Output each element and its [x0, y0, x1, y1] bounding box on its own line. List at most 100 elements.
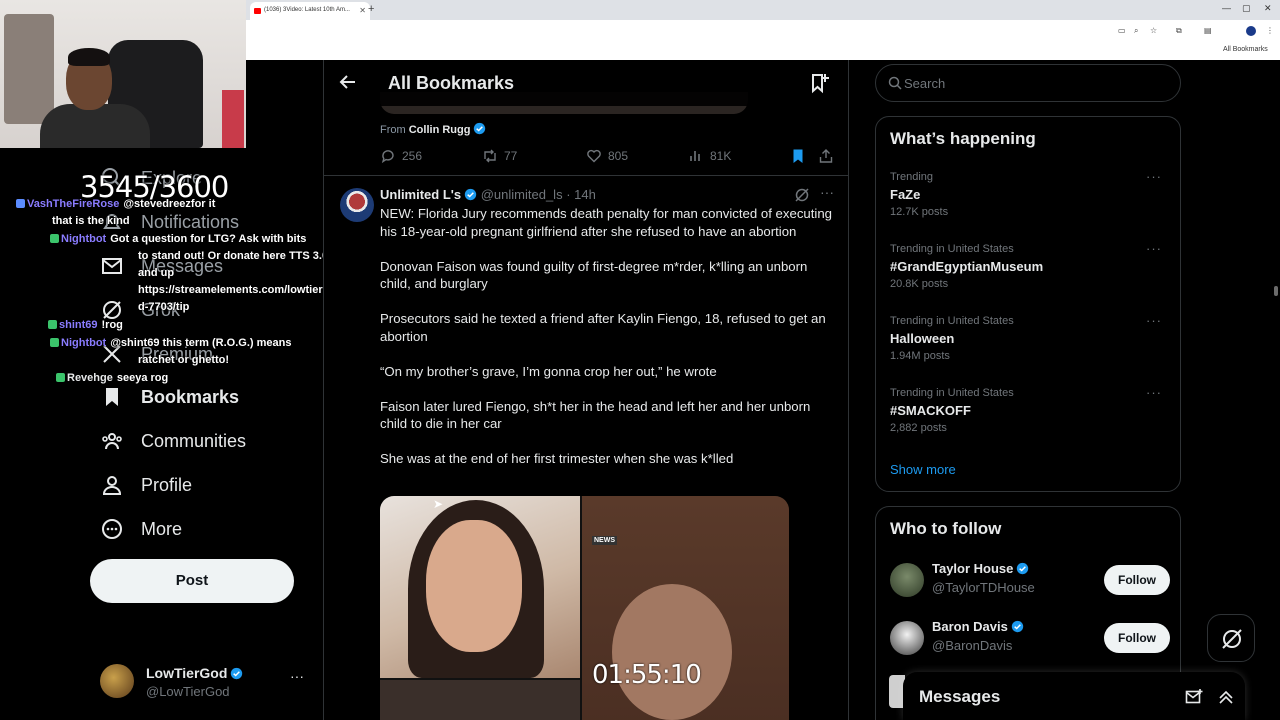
bookmark-filled-icon[interactable]	[790, 148, 806, 164]
chat-line: to stand out! Or donate here TTS 3.00	[138, 250, 335, 262]
maximize-window-button[interactable]: ▢	[1242, 3, 1251, 14]
views-button[interactable]: 81K	[688, 148, 731, 164]
messages-drawer-title: Messages	[919, 687, 1001, 706]
verified-badge-icon	[464, 188, 477, 201]
trend-item[interactable]: Trending in United States #GrandEgyptian…	[890, 241, 1170, 299]
streamer-hair	[68, 48, 110, 66]
nav-profile[interactable]: Profile	[100, 467, 192, 503]
nav-label-notifications: Notifications	[141, 211, 240, 232]
reading-list-icon[interactable]: ▤	[1204, 26, 1212, 35]
youtube-favicon-icon	[254, 8, 261, 14]
minimize-window-button[interactable]: —	[1222, 3, 1231, 13]
nav-label-profile: Profile	[141, 474, 193, 495]
zoom-icon[interactable]: ⌕	[1134, 26, 1138, 36]
chat-line: shint69 !rog	[48, 317, 123, 334]
chat-line: d-7703/tip	[138, 301, 190, 313]
grok-floating-button[interactable]	[1207, 614, 1255, 662]
trend-item[interactable]: Trending in United States #SMACKOFF 2,88…	[890, 385, 1170, 443]
suggestion-name: Taylor House	[932, 561, 1029, 576]
main-header: All Bookmarks	[324, 60, 848, 106]
share-icon[interactable]	[818, 148, 834, 164]
new-tab-button[interactable]: +	[368, 3, 374, 15]
avatar[interactable]	[340, 188, 374, 222]
search-bar[interactable]	[875, 64, 1181, 102]
views-chart-icon	[690, 151, 700, 161]
media-photo-left[interactable]	[380, 496, 580, 678]
divider	[324, 175, 848, 176]
search-input[interactable]	[904, 66, 1164, 100]
trend-item[interactable]: Trending in United States Halloween 1.94…	[890, 313, 1170, 371]
profile-icon	[102, 476, 122, 495]
follow-button[interactable]: Follow	[1104, 623, 1170, 653]
account-switcher[interactable]: LowTierGod @LowTierGod ···	[100, 662, 310, 702]
tweet-author-name[interactable]: Unlimited L's	[380, 187, 461, 202]
verified-badge-icon	[231, 667, 243, 680]
chat-line: https://streamelements.com/lowtiergo	[138, 284, 337, 296]
chat-line: Nightbot @shint69 this term (R.O.G.) mean…	[50, 335, 291, 352]
verified-badge-icon	[1017, 562, 1029, 575]
tweet-text: NEW: Florida Jury recommends death penal…	[380, 205, 840, 485]
scroll-thumb[interactable]	[1274, 286, 1278, 296]
tweet-media[interactable]: NEWS 01:55:10	[380, 496, 789, 720]
all-bookmarks-folder[interactable]: All Bookmarks	[1223, 46, 1268, 53]
like-button[interactable]: 805	[586, 148, 628, 164]
trend-more-icon[interactable]: ···	[1146, 385, 1162, 400]
browser-tab[interactable]: (1036) 3Video: Latest 10th Am... ✕	[250, 2, 370, 20]
tweet-author-handle[interactable]: @unlimited_ls	[481, 187, 563, 202]
page-title: All Bookmarks	[388, 73, 515, 93]
media-photo-bottom-left[interactable]	[380, 680, 580, 720]
reply-button[interactable]: 256	[380, 148, 422, 164]
repost-button[interactable]: 77	[482, 148, 517, 164]
repost-icon	[484, 149, 496, 163]
verified-badge-icon	[1011, 620, 1024, 633]
screen-cast-icon[interactable]: ▭	[1118, 26, 1126, 35]
trend-more-icon[interactable]: ···	[1146, 169, 1162, 184]
scrollbar[interactable]	[1272, 60, 1280, 720]
suggestion-handle: @TaylorTDHouse	[932, 580, 1035, 595]
trends-panel: What’s happening Trending FaZe 12.7K pos…	[875, 116, 1181, 492]
bookmark-folder-add-icon[interactable]	[808, 72, 830, 94]
browser-profile-avatar[interactable]	[1246, 26, 1256, 36]
nav-label-bookmarks: Bookmarks	[141, 386, 240, 407]
account-more-icon[interactable]: ···	[290, 668, 304, 684]
communities-icon	[102, 433, 122, 450]
new-message-icon[interactable]	[1185, 688, 1203, 706]
tweet-paragraph: Prosecutors said he texted a friend afte…	[380, 311, 826, 344]
more-options-icon[interactable]: ···	[820, 184, 834, 200]
browser-menu-icon[interactable]: ⋮	[1266, 26, 1274, 35]
background-object	[222, 90, 244, 148]
show-more-link[interactable]: Show more	[890, 462, 956, 477]
chevron-up-icon[interactable]	[1217, 688, 1235, 706]
more-circle-icon	[102, 519, 122, 539]
chat-line: ratchet or ghetto!	[138, 354, 230, 366]
mouse-cursor-icon: ➤	[433, 497, 444, 511]
back-arrow-icon[interactable]	[338, 72, 358, 92]
nav-more[interactable]: More	[100, 511, 182, 547]
trends-title: What’s happening	[890, 129, 1036, 148]
who-to-follow-title: Who to follow	[890, 519, 1002, 538]
close-tab-icon[interactable]: ✕	[359, 6, 366, 15]
tweet-timestamp[interactable]: · 14h	[566, 187, 596, 202]
source-account-name[interactable]: Collin Rugg	[409, 124, 471, 136]
tweet-paragraph: She was at the end of her first trimeste…	[380, 451, 734, 466]
nav-communities[interactable]: Communities	[100, 423, 246, 459]
extensions-icon[interactable]: ⧉	[1176, 26, 1182, 36]
trend-item[interactable]: Trending FaZe 12.7K posts ···	[890, 169, 1170, 227]
post-button[interactable]: Post	[90, 559, 294, 603]
tweet-paragraph: Donovan Faison was found guilty of first…	[380, 258, 808, 292]
messages-drawer[interactable]: Messages	[903, 672, 1245, 720]
star-icon[interactable]: ☆	[1150, 26, 1157, 35]
follow-suggestion[interactable]: Baron Davis @BaronDavis Follow	[890, 619, 1170, 659]
close-window-button[interactable]: ✕	[1264, 3, 1272, 14]
follow-button[interactable]: Follow	[1104, 565, 1170, 595]
browser-toolbar: ▭ ⌕ ☆ ⧉ ▤ ⋮ All Bookmarks	[246, 20, 1280, 60]
avatar	[890, 621, 924, 655]
account-handle: @LowTierGod	[146, 684, 230, 699]
cat-tree	[4, 14, 54, 124]
grok-icon[interactable]	[794, 187, 810, 203]
search-icon	[888, 76, 902, 90]
trend-more-icon[interactable]: ···	[1146, 313, 1162, 328]
chat-badge-icon	[50, 338, 59, 347]
trend-more-icon[interactable]: ···	[1146, 241, 1162, 256]
follow-suggestion[interactable]: Taylor House @TaylorTDHouse Follow	[890, 561, 1170, 601]
